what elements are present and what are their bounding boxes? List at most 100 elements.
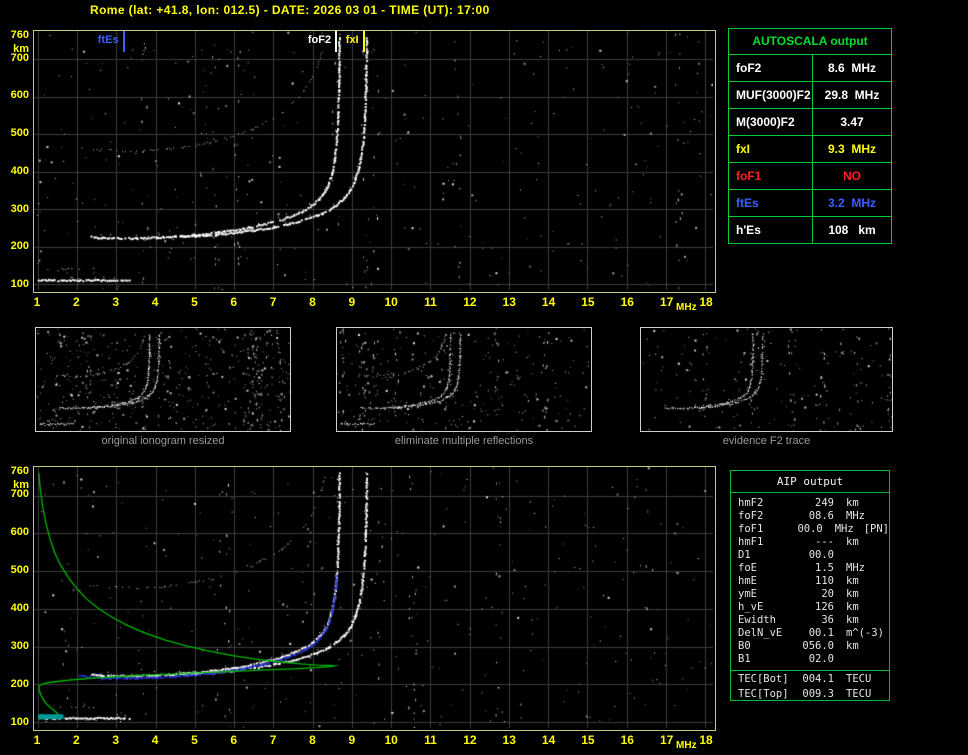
aip-row-h_vE: h_vE 126 km xyxy=(731,601,889,614)
autoscala-param-label: h'Es xyxy=(729,217,813,243)
autoscala-param-value: NO xyxy=(843,169,861,183)
x-tick-label-bottom: 10 xyxy=(384,733,398,747)
aip-param-name: h_vE xyxy=(738,601,764,613)
x-tick-label-top: 8 xyxy=(309,295,316,309)
aip-param-value: 056.0 xyxy=(802,640,834,652)
aip-param-unit: m^(-3) xyxy=(846,627,884,639)
aip-param-name: hmE xyxy=(738,575,757,587)
autoscala-param-label: fxI xyxy=(729,136,813,162)
aip-param-value: --- xyxy=(815,536,834,548)
x-tick-label-top: 15 xyxy=(581,295,595,309)
autoscala-row-fxI: fxI 9.3 MHz xyxy=(729,135,891,162)
y-tick-label-top: 100 xyxy=(10,278,29,290)
aip-row-hmF1: hmF1 --- km xyxy=(731,536,889,549)
aip-param-unit: km xyxy=(846,588,859,600)
aip-param-value: 249 xyxy=(815,497,834,509)
x-tick-label-bottom: 1 xyxy=(33,733,41,747)
x-tick-label-bottom: 7 xyxy=(269,733,277,747)
thumbnail-original-canvas xyxy=(36,328,290,431)
x-tick-label-top: 6 xyxy=(230,295,238,309)
aip-param-value: 1.5 xyxy=(815,562,834,574)
aip-row-foE: foE 1.5 MHz xyxy=(731,562,889,575)
aip-param-value: 110 xyxy=(815,575,834,587)
x-tick-label-bottom: 6 xyxy=(230,733,238,747)
x-tick-label-top: 16 xyxy=(620,295,634,309)
x-tick-label-bottom: 8 xyxy=(309,733,316,747)
aip-param-unit: km xyxy=(846,640,859,652)
autoscala-table-rows: foF2 8.6 MHz MUF(3000)F2 29.8 MHz M(3000)F2 3… xyxy=(729,54,891,243)
y-axis-unit-label-top: km xyxy=(13,43,29,55)
thumbnail-multiple-reflections-canvas xyxy=(337,328,591,431)
y-tick-label-bottom: 200 xyxy=(10,677,29,690)
top-ionogram-canvas xyxy=(34,31,713,290)
aip-row-TEC[Top]: TEC[Top] 009.3 TECU xyxy=(731,688,889,701)
x-tick-label-top: 5 xyxy=(191,295,198,309)
aip-row-foF1: foF1 00.0 MHz [PN] xyxy=(731,523,889,536)
x-tick-label-top: 3 xyxy=(112,295,120,309)
page-title: Rome (lat: +41.8, lon: 012.5) - DATE: 20… xyxy=(90,3,490,17)
autoscala-row-MUF(3000)F2: MUF(3000)F2 29.8 MHz xyxy=(729,81,891,108)
aip-param-unit: km xyxy=(846,536,859,548)
x-axis-unit-label-bottom: MHz xyxy=(676,740,697,751)
marker-line-ftEs xyxy=(122,31,125,52)
thumbnail-caption-multiple-reflections: eliminate multiple reflections xyxy=(394,435,534,447)
autoscala-output-table: AUTOSCALA output foF2 8.6 MHz MUF(3000)F2 2… xyxy=(728,28,892,244)
autoscala-param-label: M(3000)F2 xyxy=(729,109,813,135)
autoscala-param-value: 3.2 MHz xyxy=(827,196,876,210)
x-tick-label-top: 11 xyxy=(424,295,437,309)
thumbnail-original-ionogram xyxy=(35,327,291,432)
bottom-ionogram-panel xyxy=(33,466,716,731)
autoscala-param-label: ftEs xyxy=(729,190,813,216)
x-tick-label-bottom: 4 xyxy=(151,733,159,747)
aip-param-unit: TECU xyxy=(846,688,872,700)
autoscala-row-h'Es: h'Es 108 km xyxy=(729,216,891,243)
aip-param-unit: km xyxy=(846,614,859,626)
aip-param-note: [PN] xyxy=(863,523,889,535)
aip-row-ymE: ymE 20 km xyxy=(731,588,889,601)
y-tick-label-top: 300 xyxy=(10,202,29,215)
aip-param-value: 009.3 xyxy=(802,688,834,700)
x-tick-label-bottom: 11 xyxy=(424,733,437,747)
thumbnail-f2-trace xyxy=(640,327,893,432)
aip-param-unit: TECU xyxy=(846,673,872,685)
y-tick-label-bottom: 400 xyxy=(10,601,29,614)
autoscala-param-label: foF2 xyxy=(729,55,813,81)
autoscala-row-foF1: foF1 NO xyxy=(729,162,891,189)
thumbnail-caption-original: original ionogram resized xyxy=(101,435,225,447)
aip-output-table: AIP output hmF2 249 km foF2 08.6 MHz foF1 00.0 M… xyxy=(730,470,890,701)
aip-param-unit: MHz xyxy=(846,510,865,522)
y-tick-label-bottom: 760 xyxy=(10,465,29,477)
marker-label-fxI: fxI xyxy=(345,34,359,46)
autoscala-param-value: 108 km xyxy=(828,223,876,237)
aip-param-unit: km xyxy=(846,497,859,509)
top-ionogram-panel xyxy=(33,30,716,293)
x-tick-label-bottom: 12 xyxy=(463,733,477,747)
x-tick-label-top: 1 xyxy=(33,295,41,309)
aip-param-value: 00.0 xyxy=(808,549,834,561)
x-tick-label-bottom: 3 xyxy=(112,733,120,747)
aip-row-TEC[Bot]: TEC[Bot] 004.1 TECU xyxy=(731,670,889,688)
aip-param-name: TEC[Bot] xyxy=(738,673,789,685)
aip-param-name: foF2 xyxy=(738,510,764,522)
autoscala-param-value: 9.3 MHz xyxy=(827,142,876,156)
x-tick-label-top: 14 xyxy=(541,295,556,309)
x-tick-label-bottom: 2 xyxy=(73,733,80,747)
aip-param-value: 126 xyxy=(815,601,834,613)
aip-row-foF2: foF2 08.6 MHz xyxy=(731,510,889,523)
x-tick-label-top: 2 xyxy=(73,295,80,309)
aip-table-rows: hmF2 249 km foF2 08.6 MHz foF1 00.0 MHz [PN] hmF1-… xyxy=(731,493,889,701)
aip-row-hmF2: hmF2 249 km xyxy=(731,497,889,510)
x-axis-unit-label-top: MHz xyxy=(676,302,697,313)
aip-param-name: B0 xyxy=(738,640,751,652)
x-tick-label-top: 13 xyxy=(502,295,516,309)
aip-row-B1: B1 02.0 xyxy=(731,653,889,666)
aip-param-unit: MHz xyxy=(846,562,865,574)
y-tick-label-bottom: 100 xyxy=(10,716,29,728)
y-axis-unit-label-bottom: km xyxy=(13,479,29,491)
aip-param-name: hmF1 xyxy=(738,536,764,548)
x-tick-label-top: 12 xyxy=(463,295,477,309)
aip-param-value: 00.1 xyxy=(808,627,834,639)
x-tick-label-top: 4 xyxy=(151,295,159,309)
aip-param-value: 08.6 xyxy=(808,510,834,522)
x-tick-label-bottom: 9 xyxy=(348,733,356,747)
